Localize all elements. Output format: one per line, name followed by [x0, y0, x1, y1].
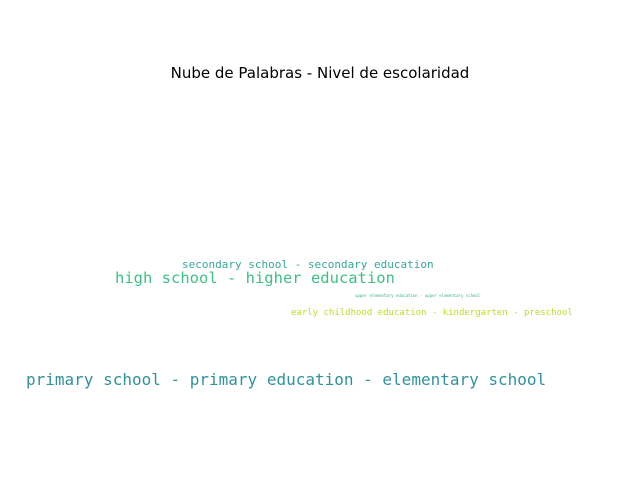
word-early-childhood: early childhood education - kindergarten…: [291, 308, 573, 318]
figure-canvas: Nube de Palabras - Nivel de escolaridad …: [0, 0, 640, 480]
word-secondary-school: secondary school - secondary education: [182, 258, 434, 271]
word-primary-school: primary school - primary education - ele…: [26, 370, 547, 389]
word-high-school: high school - higher education: [115, 269, 395, 287]
word-cloud: primary school - primary education - ele…: [0, 0, 640, 480]
word-upper-elementary: upper elementary education - upper eleme…: [355, 293, 481, 298]
